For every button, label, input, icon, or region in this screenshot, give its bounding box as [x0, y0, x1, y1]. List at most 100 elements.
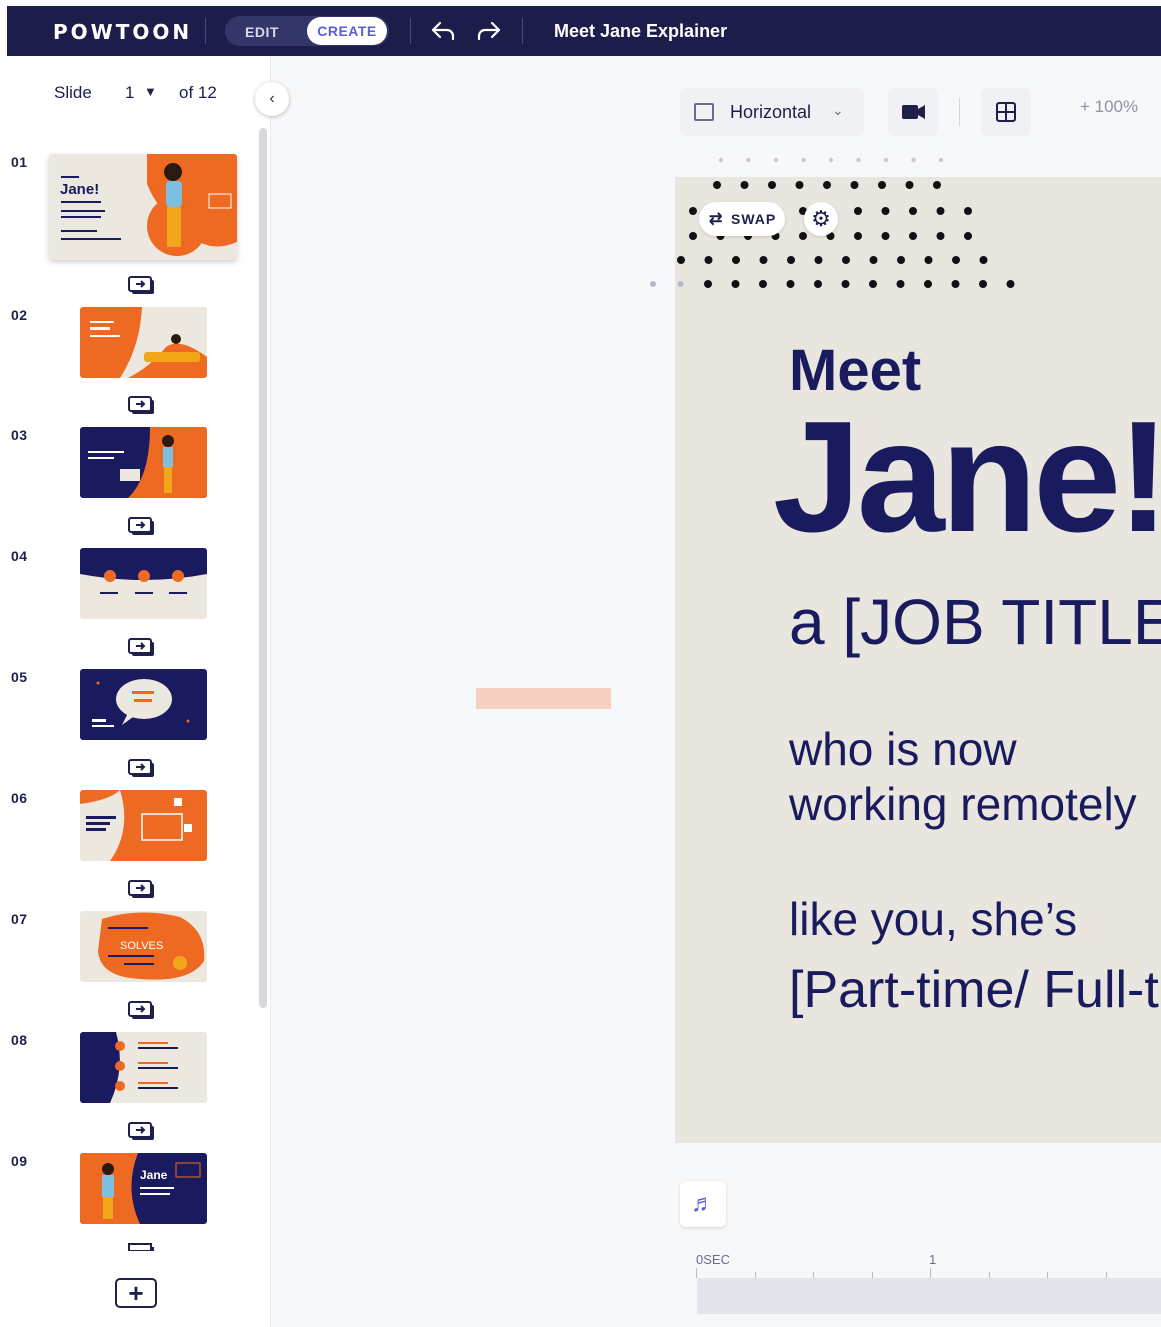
pattern-dot	[881, 232, 890, 240]
pattern-dot	[842, 256, 850, 264]
add-transition-icon[interactable]	[127, 394, 157, 416]
pattern-dot	[979, 256, 988, 264]
slide-number: 09	[11, 1153, 28, 1169]
pattern-dot	[964, 207, 972, 215]
loading-placeholder	[476, 688, 611, 709]
pattern-dot	[951, 280, 960, 288]
swap-button[interactable]: ⇄ SWAP	[699, 202, 785, 236]
pattern-dot	[952, 256, 960, 264]
camera-icon	[902, 105, 925, 119]
thumb-title: Jane	[140, 1168, 168, 1182]
divider	[522, 18, 523, 44]
timeline-track[interactable]	[697, 1278, 1161, 1314]
pattern-dot	[924, 256, 933, 264]
pattern-dot	[936, 232, 945, 240]
slide-preview	[80, 548, 207, 619]
slide-number: 02	[11, 307, 28, 323]
add-transition-icon[interactable]	[127, 878, 157, 900]
job-title-text[interactable]: a [JOB TITLE]	[789, 585, 1161, 659]
add-slide-button[interactable]: +	[115, 1278, 157, 1308]
pattern-dot	[773, 157, 779, 163]
pattern-dot	[905, 181, 914, 189]
pattern-dot	[909, 207, 917, 215]
edit-button[interactable]: EDIT	[245, 24, 279, 40]
pattern-dot	[677, 256, 685, 264]
music-note-icon[interactable]: ♬	[680, 1181, 726, 1227]
resize-icon	[694, 103, 714, 121]
grid-icon	[996, 102, 1016, 122]
pattern-dot	[850, 181, 859, 189]
record-button[interactable]	[888, 88, 938, 136]
pattern-dot	[689, 232, 697, 240]
slide-thumbnail-7[interactable]: SOLVES	[80, 911, 207, 982]
slide-canvas[interactable]: Meet Jane! a [JOB TITLE] who is now work…	[675, 177, 1161, 1143]
powtoon-logo[interactable]: POWTOON	[53, 20, 192, 44]
top-bar: POWTOON EDIT CREATE Meet Jane Explainer	[7, 6, 1161, 56]
collapse-panel-button[interactable]: ‹	[255, 82, 289, 116]
pattern-dot	[718, 157, 724, 163]
add-transition-icon[interactable]	[127, 999, 157, 1021]
pattern-dot	[731, 280, 740, 288]
name-text[interactable]: Jane!	[773, 387, 1161, 568]
slide-thumbnail-3[interactable]	[80, 427, 207, 498]
slide-number: 06	[11, 790, 28, 806]
add-transition-icon[interactable]	[127, 515, 157, 537]
thumb-title: SOLVES	[120, 940, 163, 952]
body-text-line[interactable]: [Part-time/ Full-time]	[789, 960, 1161, 1020]
slide-number: 07	[11, 911, 28, 927]
body-text-line[interactable]: like you, she’s	[789, 892, 1077, 946]
pattern-dot	[854, 232, 862, 240]
caret-down-icon[interactable]: ▼	[144, 84, 157, 99]
slide-thumbnail-8[interactable]	[80, 1032, 207, 1103]
slide-thumbnail-6[interactable]	[80, 790, 207, 861]
pattern-dot	[759, 256, 768, 264]
slide-preview: Jane!	[49, 154, 237, 260]
gear-icon[interactable]: ⚙	[804, 202, 838, 236]
orientation-dropdown[interactable]: Horizontal ⌄	[680, 88, 864, 136]
add-transition-icon[interactable]	[127, 757, 157, 779]
pattern-dot	[854, 207, 862, 215]
document-title[interactable]: Meet Jane Explainer	[554, 21, 727, 42]
pattern-dot	[823, 181, 831, 189]
slide-thumbnail-1[interactable]: Jane!	[49, 154, 237, 260]
pattern-dot	[869, 256, 878, 264]
body-text-line[interactable]: who is now	[789, 722, 1017, 776]
slide-thumbnail-9[interactable]: Jane	[80, 1153, 207, 1224]
add-transition-icon[interactable]	[127, 1120, 157, 1142]
zoom-control[interactable]: + 100%	[1080, 97, 1138, 117]
pattern-dot	[713, 181, 721, 189]
slide-thumbnail-2[interactable]	[80, 307, 207, 378]
swap-label: SWAP	[731, 211, 777, 227]
pattern-dot	[799, 232, 807, 240]
slide-thumbnail-5[interactable]	[80, 669, 207, 740]
slide-thumbnail-4[interactable]	[80, 548, 207, 619]
undo-icon[interactable]	[430, 20, 456, 42]
body-text-line[interactable]: working remotely	[789, 777, 1137, 831]
create-button[interactable]: CREATE	[307, 17, 387, 45]
add-transition-icon[interactable]	[127, 636, 157, 658]
pattern-dot	[878, 181, 886, 189]
slide-preview	[80, 669, 207, 740]
pattern-dot	[896, 280, 905, 288]
add-transition-icon[interactable]	[127, 274, 157, 296]
pattern-dot	[964, 232, 972, 240]
pattern-dot	[759, 280, 767, 288]
slide-preview	[80, 427, 207, 498]
slide-number-select[interactable]: 1	[125, 83, 134, 103]
redo-icon[interactable]	[476, 20, 502, 42]
pattern-dot	[704, 256, 713, 264]
pattern-dot	[768, 181, 776, 189]
slide-preview	[80, 790, 207, 861]
add-transition-icon[interactable]	[127, 1241, 157, 1251]
pattern-dot	[933, 181, 941, 189]
divider	[410, 18, 411, 44]
slide-total: of 12	[179, 83, 217, 102]
slide-preview	[80, 1032, 207, 1103]
timeline-mark: 1	[929, 1252, 937, 1267]
grid-button[interactable]	[981, 88, 1031, 136]
pattern-dot	[936, 207, 945, 215]
edit-create-toggle: EDIT CREATE	[225, 16, 389, 46]
slides-scrollbar[interactable]	[259, 128, 267, 1008]
pattern-dot	[909, 232, 917, 240]
divider	[959, 98, 960, 126]
